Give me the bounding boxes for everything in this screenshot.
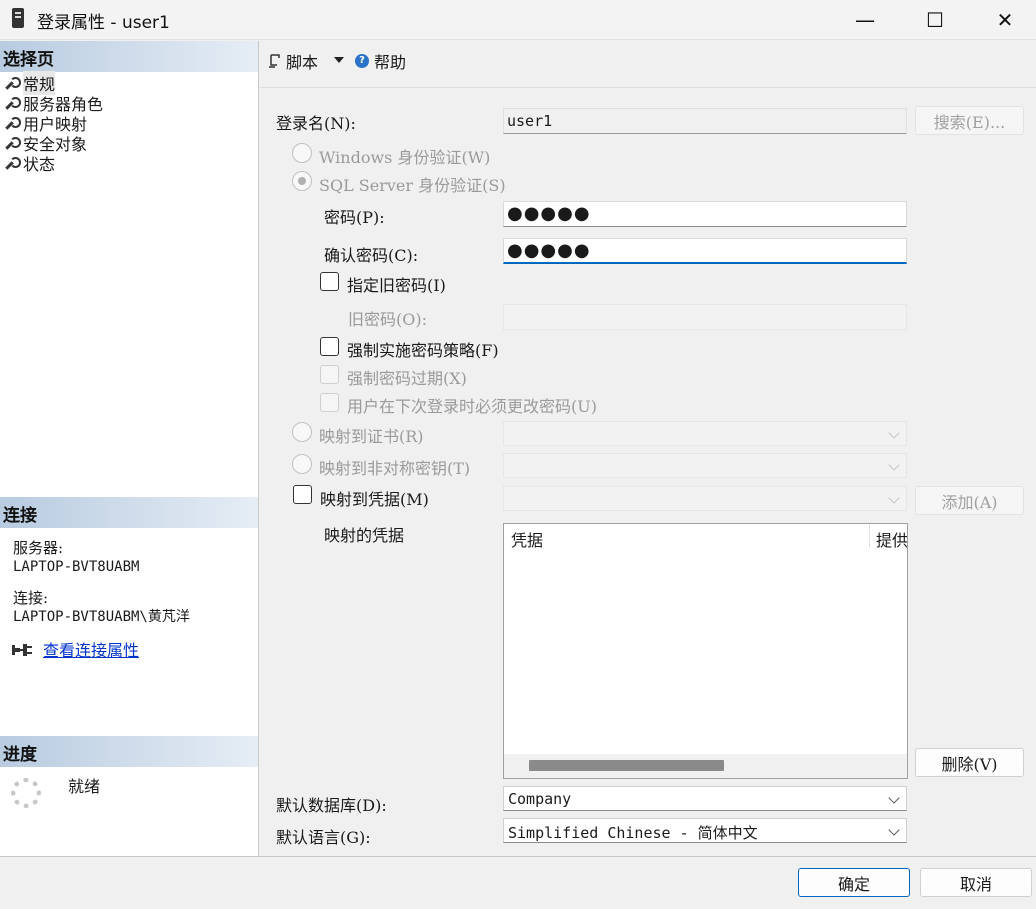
old-password-label: 旧密码(O): <box>348 310 427 329</box>
confirm-password-field[interactable]: ●●●●● <box>503 238 907 264</box>
maximize-button[interactable]: ☐ <box>900 0 970 40</box>
enforce-expiration-label: 强制密码过期(X) <box>347 369 467 388</box>
login-name-field[interactable]: user1 <box>503 108 907 134</box>
help-icon: ? <box>355 54 369 68</box>
wrench-icon <box>4 116 21 130</box>
connection-label: 连接: <box>13 589 49 607</box>
minimize-button[interactable]: — <box>830 0 900 40</box>
add-button[interactable]: 添加(A) <box>915 486 1024 515</box>
map-credential-label: 映射到凭据(M) <box>320 490 429 509</box>
column-divider <box>869 524 870 548</box>
wrench-icon <box>4 156 21 170</box>
toolbar: 脚本 ? 帮助 <box>260 41 1036 81</box>
map-cert-radio[interactable] <box>292 422 312 442</box>
chevron-down-icon <box>888 792 900 804</box>
mapped-credentials-label: 映射的凭据 <box>324 526 405 545</box>
confirm-password-label: 确认密码(C): <box>324 246 419 265</box>
ok-button[interactable]: 确定 <box>798 868 910 897</box>
specify-old-password-label: 指定旧密码(I) <box>347 276 446 295</box>
default-database-value: Company <box>508 790 572 808</box>
select-page-header: 选择页 <box>0 41 258 72</box>
column-header-credential[interactable]: 凭据 <box>511 527 543 551</box>
scrollbar-thumb[interactable] <box>529 760 724 771</box>
wrench-icon <box>4 96 21 110</box>
chevron-down-icon <box>888 459 900 471</box>
progress-header: 进度 <box>0 736 258 767</box>
enforce-policy-checkbox[interactable] <box>320 337 339 356</box>
map-cert-label: 映射到证书(R) <box>319 427 424 446</box>
window-title: 登录属性 - user1 <box>37 13 170 33</box>
nav-item-label: 状态 <box>23 155 56 174</box>
must-change-label: 用户在下次登录时必须更改密码(U) <box>347 397 597 416</box>
left-panel: 选择页 常规 服务器角色 用户映射 安全对象 状态 连接 服务器: LAPTOP… <box>0 41 259 856</box>
wrench-icon <box>4 136 21 150</box>
chevron-down-icon <box>888 427 900 439</box>
script-dropdown-icon[interactable] <box>334 57 344 63</box>
default-database-combo[interactable]: Company <box>503 786 907 811</box>
footer-divider-left <box>0 856 259 857</box>
enforce-expiration-checkbox[interactable] <box>320 365 339 384</box>
password-field[interactable]: ●●●●● <box>503 201 907 227</box>
progress-status: 就绪 <box>68 777 101 796</box>
map-credential-checkbox[interactable] <box>293 485 312 504</box>
asym-key-combo[interactable] <box>503 453 907 478</box>
plug-icon <box>12 644 32 656</box>
map-asym-key-radio[interactable] <box>292 454 312 474</box>
close-button[interactable]: ✕ <box>970 0 1036 40</box>
chevron-down-icon <box>888 492 900 504</box>
connection-header: 连接 <box>0 497 258 528</box>
toolbar-divider <box>260 87 1036 88</box>
certificate-combo[interactable] <box>503 421 907 446</box>
login-name-label: 登录名(N): <box>276 114 356 133</box>
server-label: 服务器: <box>13 539 64 557</box>
script-icon <box>269 54 280 68</box>
password-label: 密码(P): <box>324 208 385 227</box>
footer-divider <box>259 856 1036 857</box>
specify-old-password-checkbox[interactable] <box>320 272 339 291</box>
cancel-button[interactable]: 取消 <box>920 868 1032 897</box>
windows-auth-radio[interactable] <box>292 143 312 163</box>
nav-item-securables[interactable]: 安全对象 <box>4 133 87 154</box>
chevron-down-icon <box>888 824 900 836</box>
default-language-label: 默认语言(G): <box>276 828 371 847</box>
default-language-combo[interactable]: Simplified Chinese - 简体中文 <box>503 818 907 843</box>
sql-auth-label: SQL Server 身份验证(S) <box>319 176 506 195</box>
column-header-provider[interactable]: 提供 <box>876 527 907 551</box>
must-change-checkbox[interactable] <box>320 393 339 412</box>
nav-item-server-roles[interactable]: 服务器角色 <box>4 93 103 114</box>
wrench-icon <box>4 76 21 90</box>
search-button[interactable]: 搜索(E)... <box>915 106 1024 135</box>
sql-auth-radio[interactable] <box>292 171 312 191</box>
default-database-label: 默认数据库(D): <box>276 796 387 815</box>
script-button[interactable]: 脚本 <box>268 49 318 73</box>
server-value: LAPTOP-BVT8UABM <box>13 559 140 575</box>
server-icon <box>12 8 24 28</box>
nav-item-general[interactable]: 常规 <box>4 71 56 95</box>
mapped-credentials-table[interactable]: 凭据 提供 <box>503 523 908 779</box>
connection-value: LAPTOP-BVT8UABM\黄芃洋 <box>13 609 190 625</box>
old-password-field[interactable] <box>503 304 907 330</box>
script-label: 脚本 <box>286 53 319 72</box>
windows-auth-label: Windows 身份验证(W) <box>319 148 491 167</box>
nav-item-status[interactable]: 状态 <box>4 153 56 174</box>
title-bar: 登录属性 - user1 — ☐ ✕ <box>0 0 1036 40</box>
map-asym-key-label: 映射到非对称密钥(T) <box>319 459 471 478</box>
help-label: 帮助 <box>374 53 407 72</box>
enforce-policy-label: 强制实施密码策略(F) <box>347 341 499 360</box>
default-language-value: Simplified Chinese - 简体中文 <box>508 824 758 842</box>
view-connection-properties-link[interactable]: 查看连接属性 <box>43 637 139 661</box>
nav-item-user-mapping[interactable]: 用户映射 <box>4 113 87 134</box>
help-button[interactable]: ? 帮助 <box>355 49 406 73</box>
credential-combo[interactable] <box>503 486 907 511</box>
progress-spinner-icon <box>11 778 41 808</box>
remove-button[interactable]: 删除(V) <box>915 748 1024 777</box>
